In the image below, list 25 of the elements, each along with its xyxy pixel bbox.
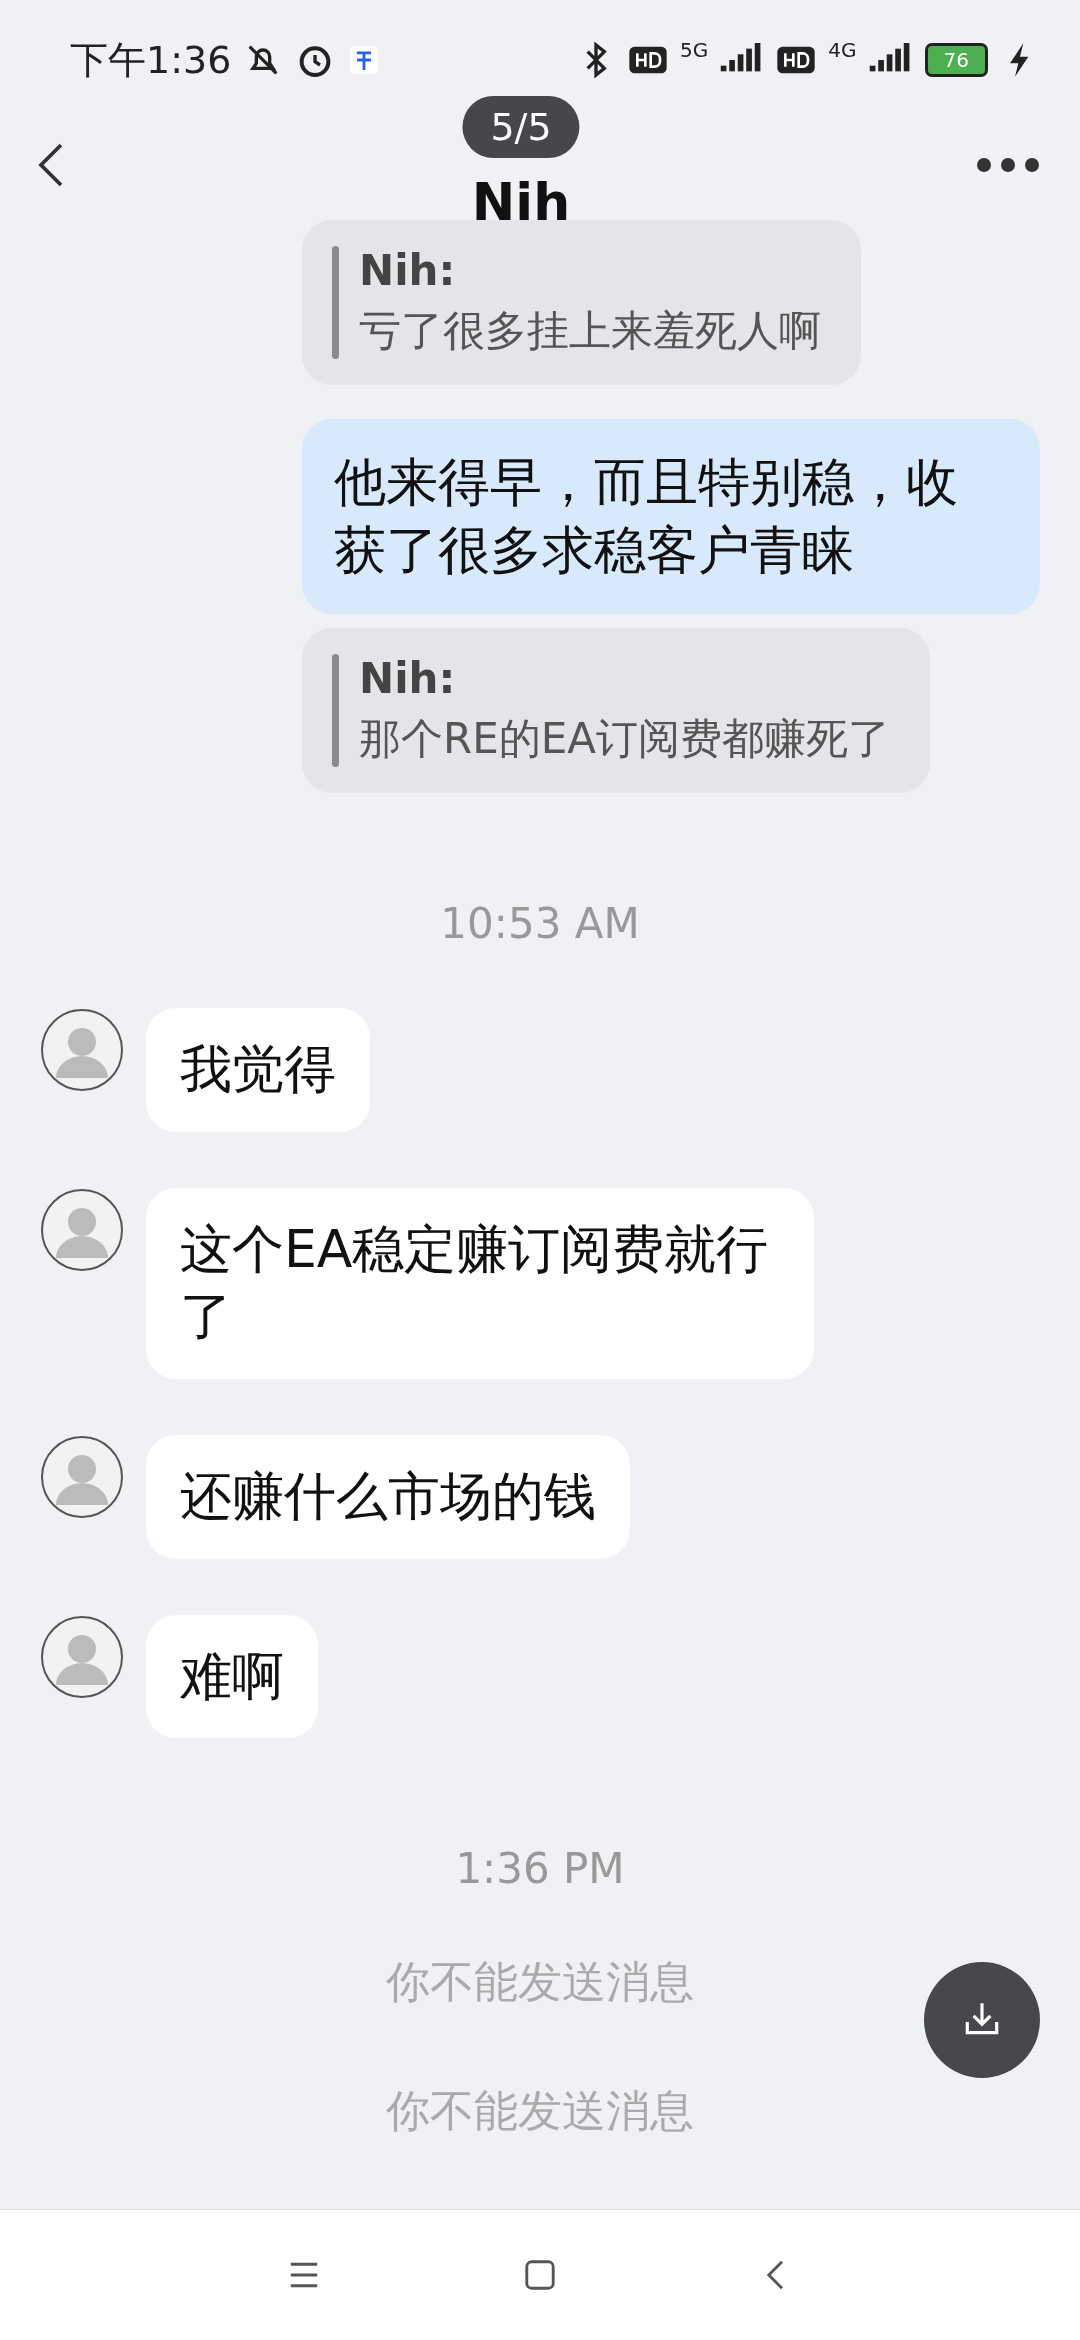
home-icon[interactable] (522, 2257, 558, 2293)
received-message: 还赚什么市场的钱 (146, 1434, 630, 1559)
quote-text: 亏了很多挂上来羞死人啊 (359, 305, 821, 357)
avatar-icon (40, 1614, 124, 1699)
system-notice: 你不能发送消息 (386, 1955, 694, 2010)
timestamp: 1:36 PM (455, 1844, 625, 1894)
quote-author: Nih: (359, 654, 457, 704)
image-counter: 5/5 (462, 96, 580, 158)
more-icon[interactable] (976, 157, 1040, 173)
avatar-icon (40, 1434, 124, 1519)
received-message: 难啊 (146, 1614, 318, 1739)
sent-message: 他来得早，而且特别稳，收获了很多求稳客户青睐 (302, 419, 1040, 615)
battery-indicator: 76 (924, 43, 988, 77)
received-message: 这个EA稳定赚订阅费就行了 (146, 1187, 814, 1379)
timestamp: 10:53 AM (440, 899, 640, 949)
avatar-icon (40, 1008, 124, 1093)
status-time: 下午1:36 (70, 36, 232, 84)
avatar-icon (40, 1187, 124, 1272)
quote-text: 那个RE的EA订阅费都赚死了 (359, 713, 890, 766)
chat-title: Nih (471, 176, 571, 228)
network-type: 4G (828, 38, 857, 62)
received-message: 我觉得 (146, 1008, 370, 1132)
quote-author: Nih: (359, 246, 457, 295)
system-notice: 你不能发送消息 (386, 2084, 694, 2139)
network-type: 5G (680, 38, 709, 62)
